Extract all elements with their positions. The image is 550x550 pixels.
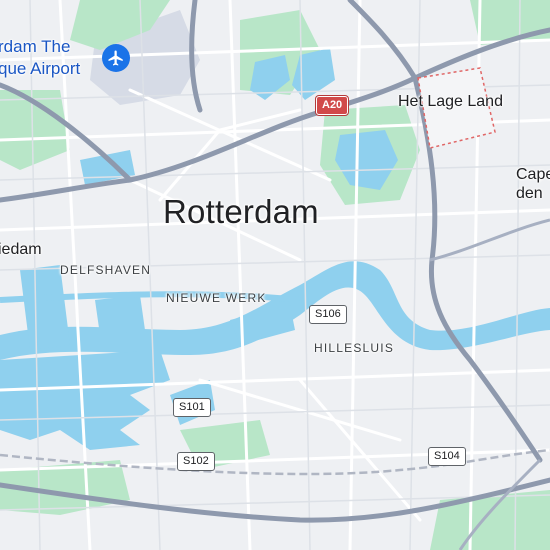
harbour xyxy=(95,295,145,335)
airport-label[interactable]: rdam The que Airport xyxy=(0,36,80,80)
district-label-nieuwe-werk[interactable]: NIEUWE WERK xyxy=(166,291,267,305)
road-shield-a20[interactable]: A20 xyxy=(316,96,349,115)
airplane-icon-glyph xyxy=(108,50,123,66)
map-view[interactable]: Rotterdam rdam The que Airport Het Lage … xyxy=(0,0,550,550)
place-label-capelle-line2: den xyxy=(516,185,543,202)
place-label-capelle[interactable]: Cape den xyxy=(516,165,550,203)
airplane-icon[interactable] xyxy=(102,44,130,72)
road-shield-s102[interactable]: S102 xyxy=(177,452,215,471)
place-label-capelle-line1: Cape xyxy=(516,166,550,183)
road-shield-s106[interactable]: S106 xyxy=(309,305,347,324)
district-label-hillesluis[interactable]: HILLESLUIS xyxy=(314,341,394,355)
airport-label-line1: rdam The xyxy=(0,37,71,56)
place-label-het-lage-land[interactable]: Het Lage Land xyxy=(398,93,503,111)
road-shield-s104[interactable]: S104 xyxy=(428,447,466,466)
place-label-schiedam[interactable]: iedam xyxy=(0,241,42,259)
district-label-delfshaven[interactable]: DELFSHAVEN xyxy=(60,263,151,277)
airport-label-line2: que Airport xyxy=(0,59,81,78)
road-shield-s101[interactable]: S101 xyxy=(173,398,211,417)
city-label[interactable]: Rotterdam xyxy=(163,193,319,231)
